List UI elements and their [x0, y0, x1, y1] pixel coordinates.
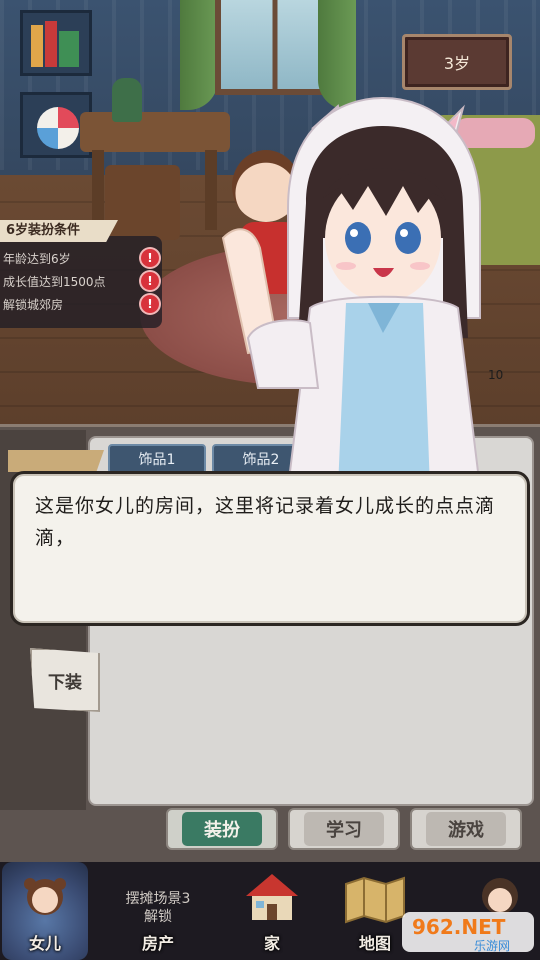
daughter-character[interactable] — [218, 88, 530, 488]
watermark-logo: 962.NET 乐游网 — [402, 912, 534, 953]
tab-games-label: 游戏 — [426, 812, 506, 846]
tab-accessory-1-label: 饰品1 — [138, 452, 176, 468]
watermark-site: 乐游网 — [474, 939, 510, 953]
daughter-portrait-icon — [24, 878, 66, 915]
dinosaur-toy-icon — [112, 78, 142, 122]
closet-ribbon — [8, 450, 104, 472]
age-badge: 3岁 — [402, 34, 512, 90]
nav-daughter[interactable]: 女儿 — [2, 862, 88, 960]
tab-dress-up-label: 装扮 — [182, 812, 262, 846]
dress-conditions-title: 6岁装扮条件 — [0, 220, 118, 242]
property-lock-text: 摆摊场景3 解锁 — [125, 891, 191, 925]
nav-daughter-label: 女儿 — [28, 934, 61, 953]
warning-icon: ! — [141, 295, 159, 313]
tab-study[interactable]: 学习 — [288, 808, 400, 850]
condition-row: 成长值达到1500点 ! — [3, 271, 159, 291]
dialog-text: 这是你女儿的房间，这里将记录着女儿成长的点点滴滴， — [35, 495, 496, 549]
tab-games[interactable]: 游戏 — [410, 808, 522, 850]
age-badge-label: 3岁 — [443, 54, 471, 73]
nav-map-label: 地图 — [358, 934, 391, 953]
map-icon — [345, 876, 405, 924]
tab-study-label: 学习 — [304, 812, 384, 846]
condition-text: 成长值达到1500点 — [3, 274, 106, 289]
warning-icon: ! — [141, 249, 159, 267]
house-icon — [246, 874, 298, 920]
condition-row: 年龄达到6岁 ! — [3, 248, 159, 268]
chair — [105, 165, 180, 240]
watermark-brand: 962.NET — [412, 915, 506, 939]
nav-property-label: 房产 — [141, 934, 174, 953]
unequip-label: 下装 — [48, 672, 82, 693]
condition-row: 解锁城郊房 ! — [3, 294, 159, 314]
window — [215, 0, 335, 95]
desk — [80, 112, 230, 152]
side-tag: 10 — [488, 368, 504, 382]
tab-dress-up[interactable]: 装扮 — [166, 808, 278, 850]
condition-text: 年龄达到6岁 — [3, 251, 71, 266]
bookshelf — [20, 10, 92, 76]
beach-ball-icon — [37, 107, 79, 149]
nav-property[interactable]: 摆摊场景3 解锁 房产 — [102, 862, 214, 960]
unequip-button[interactable]: 下装 — [30, 648, 100, 712]
condition-text: 解锁城郊房 — [3, 297, 64, 312]
curtain-left — [180, 0, 218, 110]
warning-icon: ! — [141, 272, 159, 290]
nav-home-label: 家 — [263, 934, 280, 953]
dialog-box[interactable]: 这是你女儿的房间，这里将记录着女儿成长的点点滴滴， — [10, 471, 530, 626]
nav-home[interactable]: 家 — [226, 862, 318, 960]
tab-accessory-1[interactable]: 饰品1 — [108, 444, 206, 474]
